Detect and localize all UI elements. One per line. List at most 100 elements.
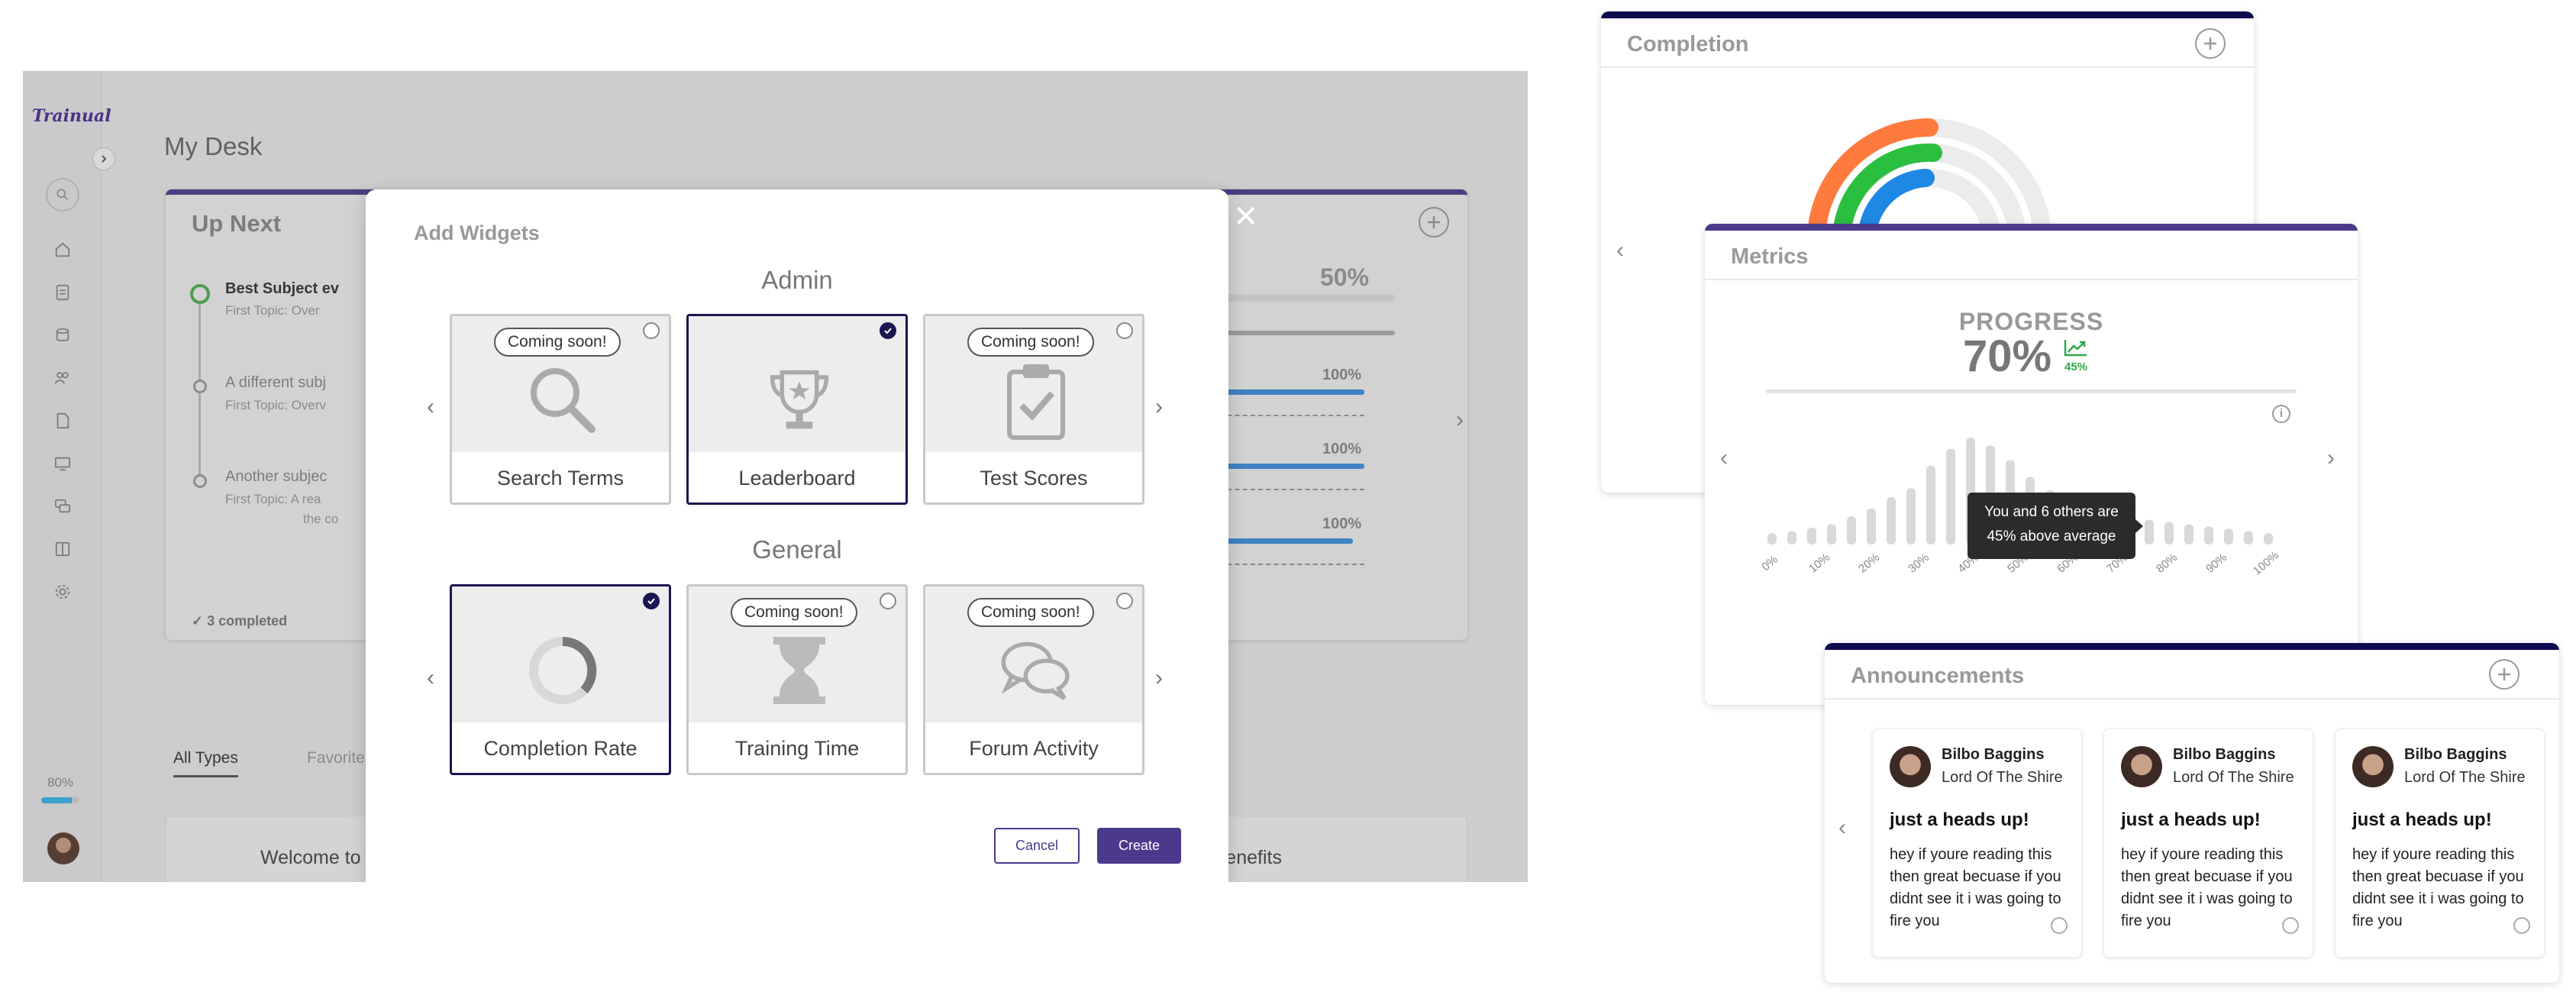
chart-bar: [1827, 524, 1836, 545]
author-name: Bilbo Baggins: [2173, 746, 2276, 763]
announcement-heading: just a heads up!: [1890, 809, 2029, 830]
chart-bar: [1807, 527, 1816, 545]
create-button[interactable]: Create: [1097, 828, 1181, 864]
avatar: [2121, 746, 2162, 787]
widget-label: Completion Rate: [483, 737, 638, 760]
add-icon[interactable]: [2195, 28, 2226, 59]
widget-label: Test Scores: [980, 467, 1088, 490]
chart-bar: [1906, 488, 1916, 545]
widget-top-bar: [1601, 11, 2254, 18]
section-title-general: General: [752, 535, 842, 564]
trend-indicator: 45%: [2061, 338, 2091, 373]
chevron-left-icon[interactable]: ‹: [427, 394, 434, 420]
close-icon[interactable]: ✕: [1233, 199, 1259, 234]
read-radio[interactable]: [2513, 917, 2530, 934]
widget-header: Announcements: [1825, 650, 2559, 700]
magnifier-icon: [525, 358, 601, 442]
info-icon[interactable]: i: [2272, 405, 2290, 423]
announcement-heading: just a heads up!: [2121, 809, 2261, 830]
coming-soon-badge: Coming soon!: [731, 598, 857, 627]
coming-soon-badge: Coming soon!: [967, 598, 1094, 627]
widget-header: Completion: [1601, 18, 2254, 68]
chevron-right-icon[interactable]: ›: [1155, 394, 1163, 420]
chart-bar: [2184, 524, 2193, 545]
trend-value: 45%: [2064, 360, 2088, 373]
read-radio[interactable]: [2051, 917, 2068, 934]
avatar: [1890, 746, 1931, 787]
x-tick-label: 90%: [2203, 551, 2229, 575]
widget-top-bar: [1825, 643, 2559, 650]
widget-radio[interactable]: [643, 322, 660, 339]
chart-bar: [2204, 526, 2213, 545]
read-radio[interactable]: [2282, 917, 2299, 934]
chart-tooltip: You and 6 others are 45% above average: [1968, 493, 2143, 559]
widget-option-test-scores[interactable]: Coming soon! Test Scores: [923, 314, 1144, 505]
x-tick-label: 100%: [2251, 549, 2281, 578]
announcement-card[interactable]: Bilbo Baggins Lord Of The Shire just a h…: [2103, 729, 2313, 958]
clipboard-icon: [998, 358, 1074, 442]
chart-bar: [2264, 533, 2273, 545]
widget-header: Metrics: [1705, 231, 2358, 280]
x-tick-label: 80%: [2154, 551, 2180, 575]
author-name: Bilbo Baggins: [1942, 746, 2045, 763]
widget-option-completion-rate[interactable]: Completion Rate: [450, 584, 671, 775]
progress-track: [1766, 389, 2297, 393]
trend-up-icon: [2064, 340, 2087, 357]
progress-value: 70%: [1963, 331, 2052, 381]
announcement-body: hey if youre reading this then great bec…: [1890, 846, 2061, 929]
coming-soon-badge: Coming soon!: [494, 328, 621, 357]
x-tick-label: 0%: [1759, 553, 1780, 574]
chart-bar: [1847, 516, 1856, 545]
chevron-left-icon[interactable]: ‹: [427, 665, 434, 691]
sidebar-collapse-button[interactable]: [92, 147, 115, 170]
hourglass-icon: [761, 629, 838, 713]
widget-option-search-terms[interactable]: Coming soon! Search Terms: [450, 314, 671, 505]
widget-label: Forum Activity: [969, 737, 1099, 760]
modal-title: Add Widgets: [414, 221, 540, 244]
widget-option-leaderboard[interactable]: Leaderboard: [686, 314, 908, 505]
widget-radio[interactable]: [1116, 322, 1133, 339]
add-widgets-modal: Add Widgets Admin ‹ › Coming soon! Searc…: [366, 189, 1228, 882]
author-role: Lord Of The Shire: [1942, 769, 2063, 786]
widget-radio[interactable]: [1116, 593, 1133, 609]
chart-bar: [1946, 448, 1955, 545]
section-title-admin: Admin: [761, 266, 833, 294]
widget-title: Announcements: [1851, 664, 2025, 688]
add-icon[interactable]: [2489, 659, 2520, 690]
donut-icon: [525, 629, 601, 713]
widget-top-bar: [1705, 224, 2358, 231]
announcement-card[interactable]: Bilbo Baggins Lord Of The Shire just a h…: [1872, 729, 2082, 958]
chevron-left-icon[interactable]: ‹: [1720, 445, 1728, 471]
widget-label: Leaderboard: [738, 467, 856, 490]
announcements-widget: Announcements ‹ › Bilbo Baggins Lord Of …: [1825, 643, 2559, 983]
widget-radio-checked[interactable]: [643, 593, 660, 609]
avatar: [2352, 746, 2394, 787]
announcement-body: hey if youre reading this then great bec…: [2352, 846, 2524, 929]
chart-bar: [1867, 508, 1876, 545]
chart-bar: [2164, 522, 2174, 545]
coming-soon-badge: Coming soon!: [967, 328, 1094, 357]
chevron-left-icon[interactable]: ‹: [1838, 815, 1846, 841]
widget-option-forum-activity[interactable]: Coming soon! Forum Activity: [923, 584, 1144, 775]
metrics-widget: Metrics PROGRESS 70% 45% i ‹ › 0% 10% 20% 3…: [1705, 224, 2358, 705]
widget-radio[interactable]: [880, 593, 896, 609]
x-tick-label: 20%: [1856, 551, 1882, 575]
author-name: Bilbo Baggins: [2404, 746, 2507, 763]
chevron-right-icon[interactable]: ›: [2327, 445, 2335, 471]
chevron-left-icon[interactable]: ‹: [1616, 238, 1624, 263]
widget-title: Completion: [1627, 32, 1749, 57]
widget-radio-checked[interactable]: [880, 322, 896, 339]
announcement-heading: just a heads up!: [2352, 809, 2492, 830]
author-role: Lord Of The Shire: [2404, 769, 2526, 786]
trophy-icon: [761, 358, 838, 442]
cancel-button[interactable]: Cancel: [994, 828, 1080, 864]
chevron-right-icon[interactable]: ›: [1155, 665, 1163, 691]
tooltip-line: 45% above average: [1987, 528, 2116, 545]
chart-bar: [1887, 497, 1896, 545]
chat-bubbles-icon: [998, 629, 1074, 713]
widget-option-training-time[interactable]: Coming soon! Training Time: [686, 584, 908, 775]
announcement-card[interactable]: Bilbo Baggins Lord Of The Shire just a h…: [2335, 729, 2545, 958]
x-tick-label: 30%: [1906, 551, 1932, 575]
chart-bar: [2244, 531, 2253, 545]
widget-title: Metrics: [1731, 244, 1809, 269]
